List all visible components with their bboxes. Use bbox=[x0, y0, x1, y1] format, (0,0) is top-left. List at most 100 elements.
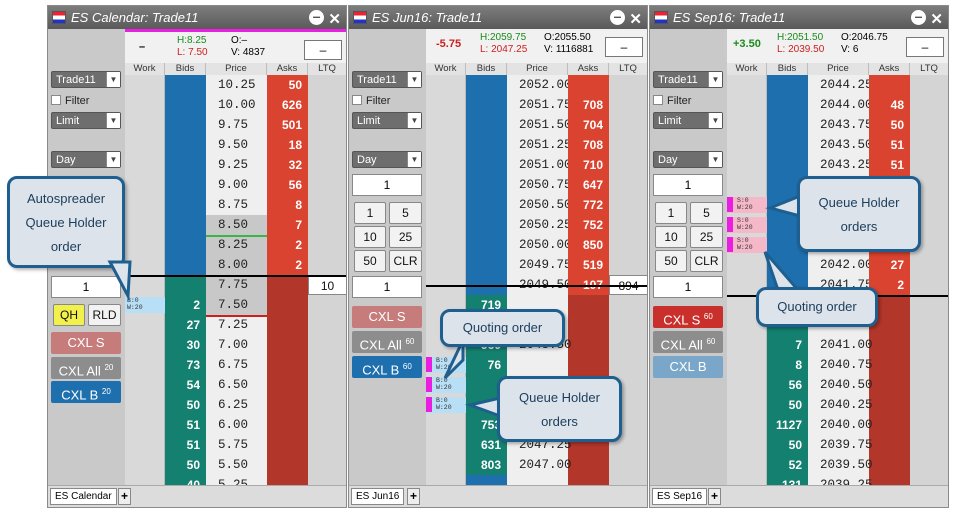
bid-cell[interactable] bbox=[466, 75, 507, 95]
price-cell[interactable]: 6.50 bbox=[206, 375, 267, 395]
price-cell[interactable]: 10.00 bbox=[206, 95, 267, 115]
working-order[interactable]: B:0 W:20 bbox=[125, 297, 165, 313]
qty-5-button[interactable]: 5 bbox=[389, 202, 422, 224]
ask-cell[interactable] bbox=[267, 375, 308, 395]
working-order[interactable]: S:0 W:20 bbox=[727, 237, 767, 253]
add-tab-icon[interactable]: + bbox=[118, 488, 131, 505]
price-cell[interactable]: 2051.25 bbox=[507, 135, 572, 155]
price-cell[interactable]: 10.25 bbox=[206, 75, 267, 95]
bid-cell[interactable] bbox=[466, 215, 507, 235]
price-cell[interactable]: 2050.75 bbox=[507, 175, 572, 195]
price-cell[interactable]: 2050.00 bbox=[507, 235, 572, 255]
ask-cell[interactable] bbox=[869, 75, 910, 95]
bid-cell[interactable]: 803 bbox=[466, 455, 507, 475]
bid-cell[interactable]: 54 bbox=[165, 375, 206, 395]
working-order[interactable]: B:0 W:20 bbox=[426, 377, 466, 393]
cxl-buys-button[interactable]: CXL B 20 bbox=[51, 381, 121, 403]
position-box[interactable]: – bbox=[304, 40, 342, 60]
ask-cell[interactable]: 2 bbox=[267, 255, 308, 275]
price-cell[interactable]: 6.25 bbox=[206, 395, 267, 415]
ask-cell[interactable]: 710 bbox=[568, 155, 609, 175]
bid-cell[interactable]: 1127 bbox=[767, 415, 808, 435]
price-cell[interactable]: 2049.75 bbox=[507, 255, 572, 275]
quantity-display[interactable]: 1 bbox=[352, 276, 422, 298]
cxl-sells-button[interactable]: CXL S bbox=[51, 332, 121, 354]
ask-cell[interactable] bbox=[869, 435, 910, 455]
position-box[interactable]: – bbox=[605, 37, 643, 57]
working-order[interactable]: B:0 W:20 bbox=[426, 357, 466, 373]
price-cell[interactable]: 8.25 bbox=[206, 235, 267, 255]
ask-cell[interactable] bbox=[267, 355, 308, 375]
bid-cell[interactable]: 50 bbox=[165, 395, 206, 415]
tab-es-jun16[interactable]: ES Jun16 bbox=[351, 488, 405, 505]
position-box[interactable]: – bbox=[906, 37, 944, 57]
price-cell[interactable]: 7.50 bbox=[206, 295, 267, 315]
price-cell[interactable]: 8.50 bbox=[206, 215, 267, 235]
price-cell[interactable]: 9.50 bbox=[206, 135, 267, 155]
tif-select[interactable]: Day ▼ bbox=[653, 151, 723, 168]
title-bar[interactable]: ES Calendar: Trade11 – ✕ bbox=[48, 6, 346, 29]
price-cell[interactable]: 8.75 bbox=[206, 195, 267, 215]
minimize-icon[interactable]: – bbox=[911, 9, 926, 25]
tif-select[interactable]: Day ▼ bbox=[51, 151, 121, 168]
ask-cell[interactable] bbox=[267, 315, 308, 335]
bid-cell[interactable]: 50 bbox=[767, 395, 808, 415]
quantity-input[interactable]: 1 bbox=[51, 276, 121, 298]
bid-cell[interactable]: 52 bbox=[767, 455, 808, 475]
title-bar[interactable]: ES Jun16: Trade11 – ✕ bbox=[349, 6, 647, 29]
bid-cell[interactable]: 131 bbox=[767, 475, 808, 485]
cxl-all-button[interactable]: CXL All 20 bbox=[51, 357, 121, 379]
bid-cell[interactable] bbox=[466, 235, 507, 255]
bid-cell[interactable]: 50 bbox=[767, 435, 808, 455]
qty-10-button[interactable]: 10 bbox=[655, 226, 687, 248]
price-cell[interactable]: 2051.00 bbox=[507, 155, 572, 175]
order-type-select[interactable]: Limit ▼ bbox=[653, 112, 723, 129]
bid-cell[interactable]: 40 bbox=[165, 475, 206, 485]
cxl-sells-button[interactable]: CXL S 60 bbox=[653, 306, 723, 328]
ask-cell[interactable]: 708 bbox=[568, 135, 609, 155]
bid-cell[interactable] bbox=[165, 155, 206, 175]
ask-cell[interactable]: 519 bbox=[568, 255, 609, 275]
rld-button[interactable]: RLD bbox=[88, 304, 121, 326]
ask-cell[interactable] bbox=[869, 375, 910, 395]
price-cell[interactable]: 2047.00 bbox=[507, 455, 572, 475]
bid-cell[interactable]: 27 bbox=[165, 315, 206, 335]
ask-cell[interactable] bbox=[267, 435, 308, 455]
bid-cell[interactable]: 8 bbox=[767, 355, 808, 375]
title-bar[interactable]: ES Sep16: Trade11 – ✕ bbox=[650, 6, 948, 29]
bid-cell[interactable] bbox=[165, 175, 206, 195]
bid-cell[interactable] bbox=[165, 195, 206, 215]
price-cell[interactable]: 2040.25 bbox=[808, 395, 873, 415]
price-cell[interactable]: 7.25 bbox=[206, 315, 267, 335]
ask-cell[interactable]: 48 bbox=[869, 95, 910, 115]
account-select[interactable]: Trade11 ▼ bbox=[352, 71, 422, 88]
price-cell[interactable]: 2044.00 bbox=[808, 95, 873, 115]
cxl-sells-button[interactable]: CXL S bbox=[352, 306, 422, 328]
bid-cell[interactable] bbox=[165, 135, 206, 155]
bid-cell[interactable] bbox=[466, 95, 507, 115]
bid-cell[interactable]: 56 bbox=[767, 375, 808, 395]
bid-cell[interactable] bbox=[466, 175, 507, 195]
ask-cell[interactable]: 850 bbox=[568, 235, 609, 255]
ask-cell[interactable]: 8 bbox=[267, 195, 308, 215]
bid-cell[interactable] bbox=[165, 115, 206, 135]
bid-cell[interactable] bbox=[466, 135, 507, 155]
ask-cell[interactable] bbox=[568, 315, 609, 335]
order-type-select[interactable]: Limit ▼ bbox=[352, 112, 422, 129]
bid-cell[interactable]: 51 bbox=[165, 435, 206, 455]
ask-cell[interactable] bbox=[869, 355, 910, 375]
ask-cell[interactable] bbox=[869, 335, 910, 355]
ask-cell[interactable] bbox=[568, 355, 609, 375]
ask-cell[interactable]: 50 bbox=[267, 75, 308, 95]
bid-cell[interactable]: 76 bbox=[466, 355, 507, 375]
bid-cell[interactable] bbox=[767, 255, 808, 275]
ask-cell[interactable] bbox=[267, 395, 308, 415]
ask-cell[interactable]: 56 bbox=[267, 175, 308, 195]
bid-cell[interactable] bbox=[466, 115, 507, 135]
ask-cell[interactable] bbox=[869, 475, 910, 485]
bid-cell[interactable] bbox=[466, 255, 507, 275]
bid-cell[interactable] bbox=[165, 215, 206, 235]
ask-cell[interactable] bbox=[869, 415, 910, 435]
bid-cell[interactable] bbox=[165, 75, 206, 95]
bid-cell[interactable] bbox=[466, 155, 507, 175]
